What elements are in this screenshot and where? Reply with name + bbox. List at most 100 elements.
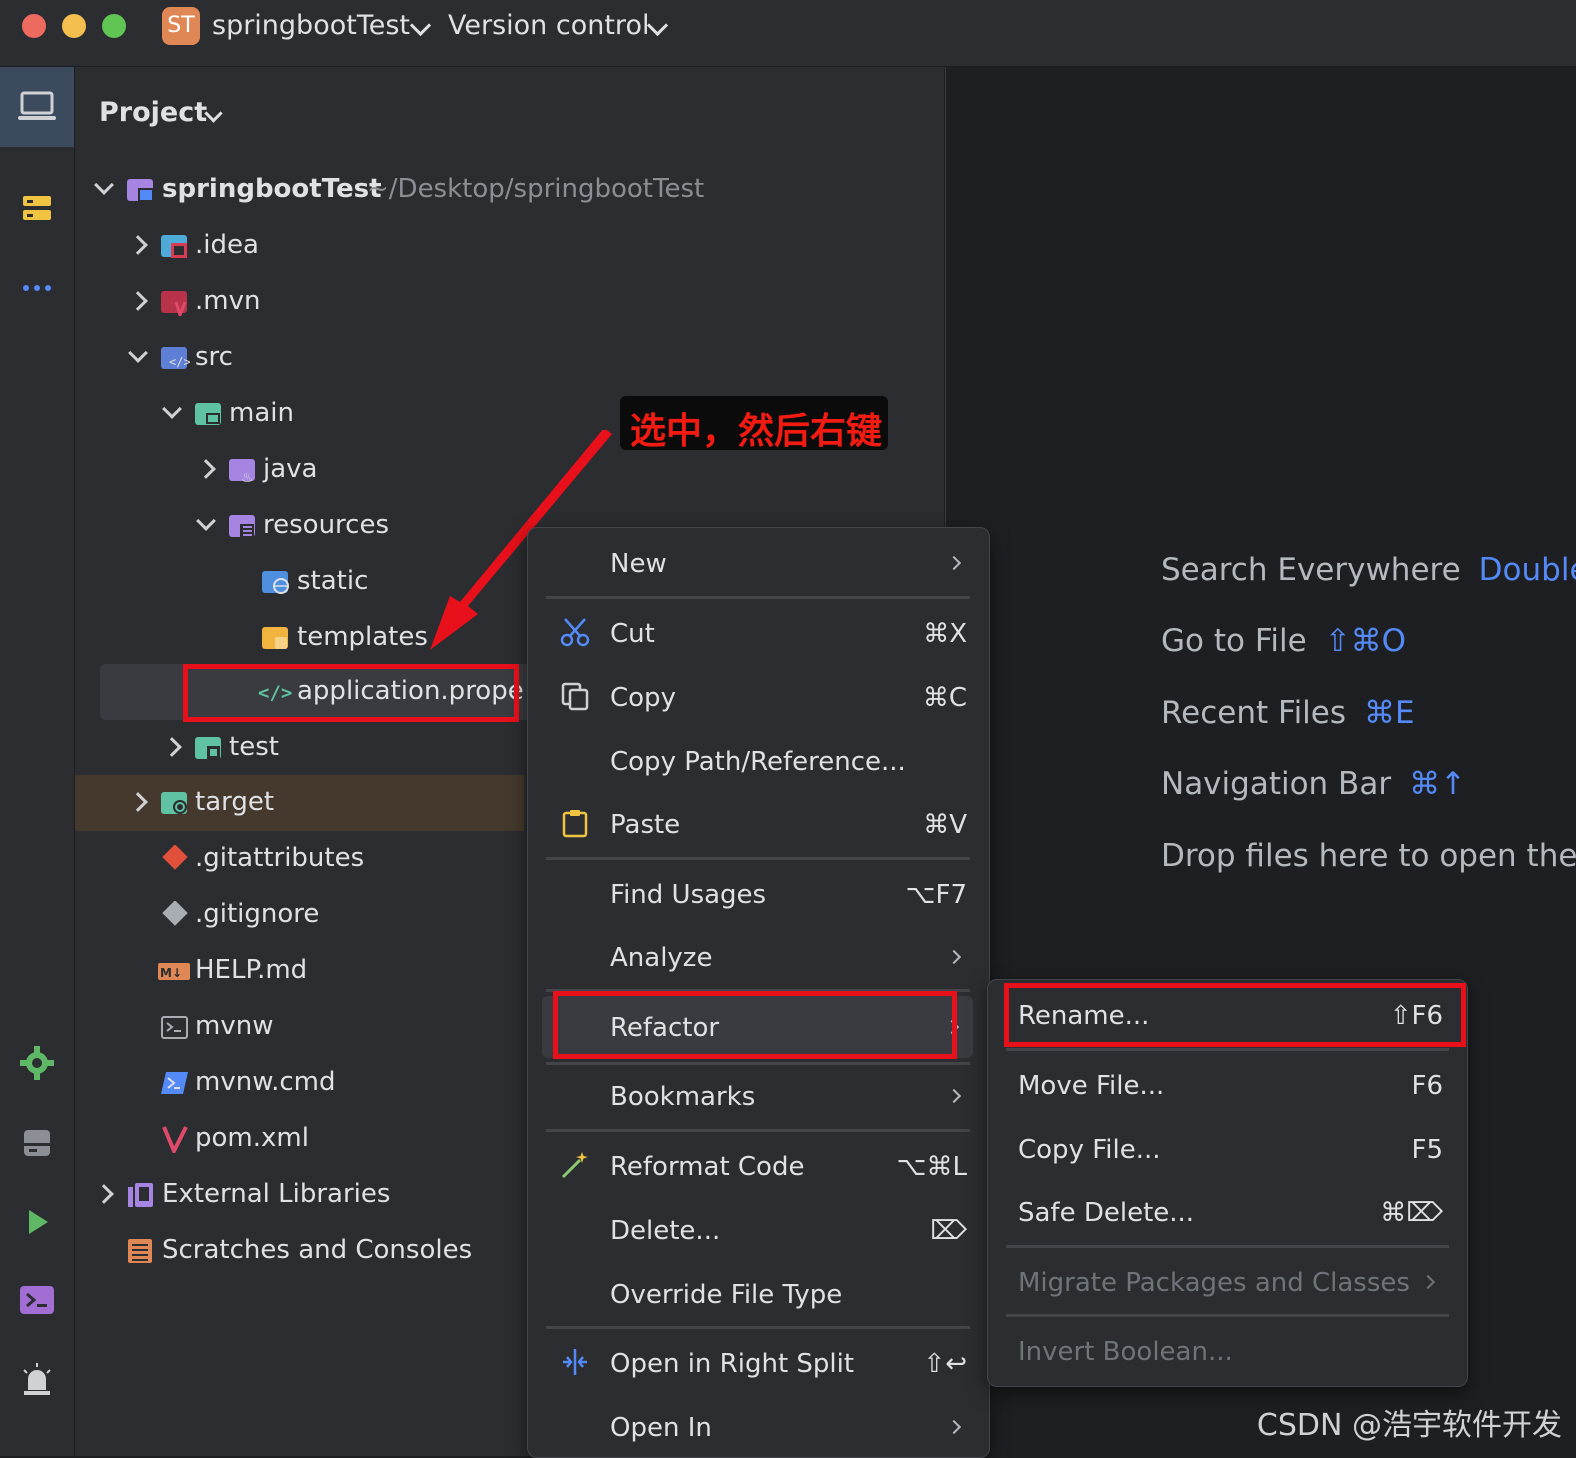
menu-separator (1006, 1314, 1449, 1317)
library-icon (126, 1181, 156, 1209)
menu-item-override-file-type[interactable]: Override File Type (528, 1263, 989, 1325)
chevron-down-icon[interactable] (128, 343, 148, 363)
hint-label: Navigation Bar (1161, 766, 1392, 802)
git-file-icon (160, 844, 190, 873)
menu-shortcut: ⌘V (923, 810, 967, 840)
menu-item-paste[interactable]: Paste ⌘V (528, 793, 989, 855)
title-bar: ST springbootTest Version control (0, 0, 1576, 67)
menu-label: Invert Boolean... (1018, 1337, 1233, 1367)
submenu-item-invert-boolean[interactable]: Invert Boolean... (988, 1320, 1467, 1382)
run-icon[interactable] (14, 1199, 60, 1245)
submenu-item-copy-file[interactable]: Copy File... F5 (988, 1118, 1467, 1180)
project-tool-button[interactable] (0, 67, 74, 147)
panel-title[interactable]: Project (99, 97, 207, 128)
chevron-down-icon[interactable] (94, 175, 114, 195)
tree-label: External Libraries (162, 1179, 391, 1209)
project-icon (14, 84, 60, 130)
notifications-icon[interactable] (14, 1357, 60, 1403)
hint-key: Double (1478, 552, 1576, 588)
submenu-item-migrate-packages[interactable]: Migrate Packages and Classes (988, 1251, 1467, 1313)
chevron-right-icon[interactable] (128, 291, 148, 311)
chevron-right-icon[interactable] (196, 459, 216, 479)
menu-shortcut: ⌘X (923, 619, 967, 649)
chevron-right-icon[interactable] (128, 235, 148, 255)
hint-key: ⌘E (1364, 695, 1415, 731)
menu-separator (546, 596, 970, 599)
menu-item-analyze[interactable]: Analyze (528, 926, 989, 988)
menu-shortcut: F5 (1411, 1135, 1444, 1165)
hint-label: Search Everywhere (1161, 552, 1461, 588)
tree-label: src (195, 342, 233, 372)
terminal-icon[interactable] (14, 1277, 60, 1323)
tree-label: static (297, 566, 369, 596)
folder-icon (194, 400, 224, 428)
menu-separator (546, 1326, 970, 1329)
scissors-icon (560, 617, 590, 647)
root-path: ~/Desktop/springbootTest (367, 174, 705, 204)
tree-row-mvn[interactable]: .mvn (75, 274, 944, 330)
close-window-button[interactable] (22, 14, 46, 38)
menu-label: Override File Type (610, 1280, 843, 1310)
vcs-widget[interactable]: Version control (448, 10, 649, 41)
web-folder-icon (261, 568, 291, 596)
menu-item-open-in[interactable]: Open In (528, 1396, 989, 1457)
submenu-item-safe-delete[interactable]: Safe Delete... ⌘⌦ (988, 1181, 1467, 1243)
tree-label: pom.xml (195, 1123, 309, 1153)
git-file-icon (160, 900, 190, 929)
tree-row-idea[interactable]: .idea (75, 218, 944, 274)
java-folder-icon: ♨ (228, 456, 258, 486)
tree-row-src[interactable]: </> src (75, 330, 944, 386)
menu-item-copy-path[interactable]: Copy Path/Reference... (528, 730, 989, 792)
project-name[interactable]: springbootTest (212, 10, 410, 41)
menu-item-cut[interactable]: Cut ⌘X (528, 602, 989, 664)
menu-label: Open In (610, 1413, 712, 1443)
tree-label: resources (263, 510, 390, 540)
menu-label: Migrate Packages and Classes (1018, 1268, 1410, 1298)
callout-text: 选中，然后右键 (630, 411, 883, 452)
menu-shortcut: ⌘C (922, 683, 967, 713)
menu-item-delete[interactable]: Delete... ⌦ (528, 1199, 989, 1261)
hint-key: ⇧⌘O (1324, 623, 1407, 659)
tree-label: test (229, 732, 279, 762)
submenu-item-move-file[interactable]: Move File... F6 (988, 1054, 1467, 1116)
services-icon[interactable] (14, 1120, 60, 1166)
menu-shortcut: ⌥F7 (905, 880, 967, 910)
menu-item-open-in-right-split[interactable]: Open in Right Split ⇧↩ (528, 1332, 989, 1394)
menu-item-new[interactable]: New (528, 532, 989, 594)
chevron-down-icon[interactable] (196, 511, 216, 531)
menu-item-find-usages[interactable]: Find Usages ⌥F7 (528, 863, 989, 925)
chevron-right-icon[interactable] (162, 737, 182, 757)
tree-label: mvnw (195, 1011, 274, 1041)
menu-label: Move File... (1018, 1071, 1165, 1101)
more-icon[interactable] (14, 265, 60, 311)
chevron-down-icon[interactable] (409, 14, 432, 37)
tree-row-target[interactable]: target (75, 775, 524, 831)
settings-icon[interactable] (14, 1040, 60, 1086)
zoom-window-button[interactable] (102, 14, 126, 38)
project-badge[interactable]: ST (162, 7, 200, 45)
menu-label: Analyze (610, 943, 713, 973)
minimize-window-button[interactable] (62, 14, 86, 38)
source-folder-icon: </> (160, 344, 191, 372)
menu-shortcut: ⌥⌘L (896, 1152, 967, 1182)
menu-item-copy[interactable]: Copy ⌘C (528, 666, 989, 728)
menu-item-bookmarks[interactable]: Bookmarks (528, 1065, 989, 1127)
chevron-down-icon[interactable] (162, 399, 182, 419)
tree-row-root[interactable]: springbootTest ~/Desktop/springbootTest (75, 162, 944, 218)
chevron-down-icon[interactable] (646, 14, 669, 37)
magic-wand-icon (560, 1150, 590, 1180)
root-name: springbootTest (162, 174, 382, 204)
powershell-file-icon (160, 1069, 190, 1097)
menu-separator (546, 857, 970, 860)
chevron-right-icon[interactable] (128, 792, 148, 812)
chevron-right-icon[interactable] (94, 1184, 114, 1204)
maven-folder-icon (160, 288, 190, 320)
menu-item-reformat-code[interactable]: Reformat Code ⌥⌘L (528, 1135, 989, 1197)
highlight-refactor (553, 991, 957, 1059)
hint-recent-files: Recent Files ⌘E (1161, 695, 1415, 731)
menu-label: Delete... (610, 1216, 721, 1246)
structure-icon[interactable] (14, 185, 60, 231)
svg-text:</>: </> (169, 355, 190, 369)
hint-label: Drop files here to open them (1161, 838, 1576, 874)
hint-navigation-bar: Navigation Bar ⌘↑ (1161, 766, 1466, 802)
